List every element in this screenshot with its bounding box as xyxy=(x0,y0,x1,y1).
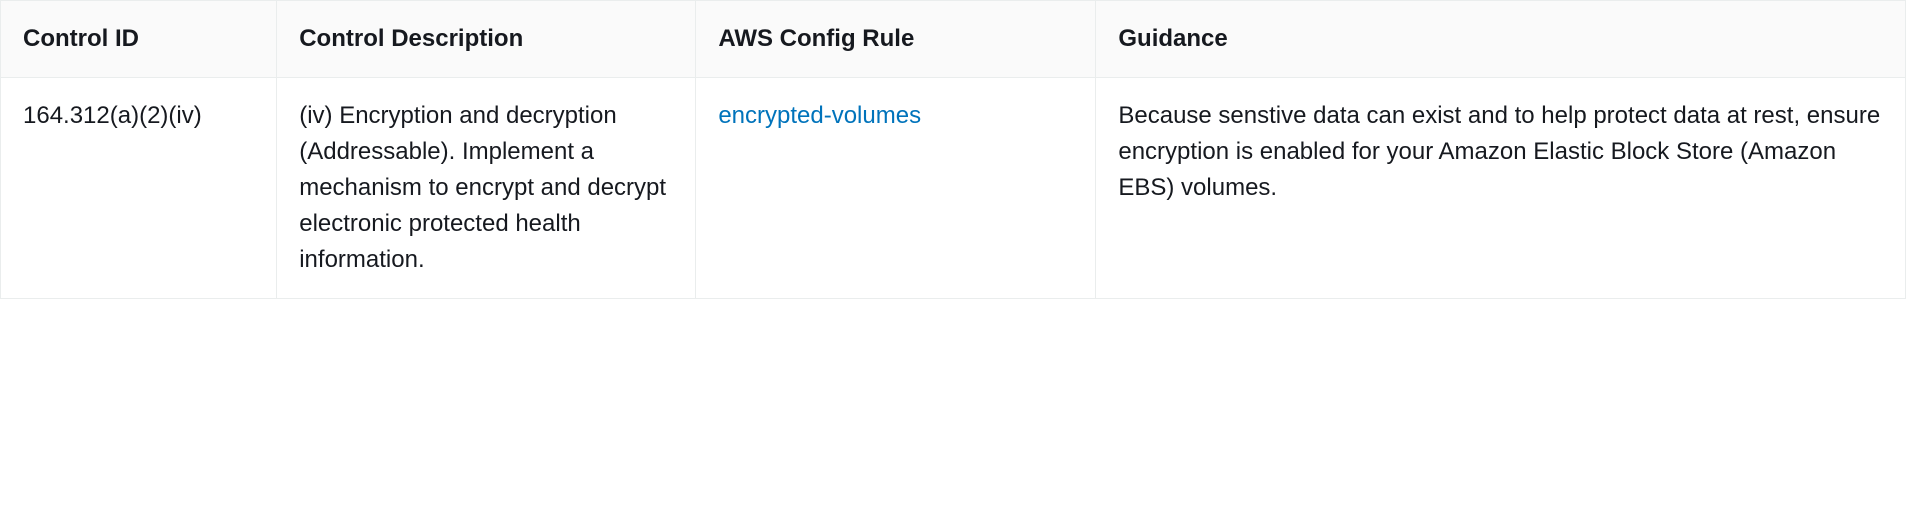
cell-control-id: 164.312(a)(2)(iv) xyxy=(1,78,277,299)
config-rule-link[interactable]: encrypted-volumes xyxy=(718,102,921,129)
header-control-id: Control ID xyxy=(1,1,277,78)
table-header-row: Control ID Control Description AWS Confi… xyxy=(1,1,1906,78)
header-control-description: Control Description xyxy=(277,1,696,78)
header-guidance: Guidance xyxy=(1096,1,1906,78)
table-header: Control ID Control Description AWS Confi… xyxy=(1,1,1906,78)
table-body: 164.312(a)(2)(iv) (iv) Encryption and de… xyxy=(1,78,1906,299)
cell-aws-config-rule: encrypted-volumes xyxy=(696,78,1096,299)
table-row: 164.312(a)(2)(iv) (iv) Encryption and de… xyxy=(1,78,1906,299)
cell-control-description: (iv) Encryption and decryption (Addressa… xyxy=(277,78,696,299)
cell-guidance: Because senstive data can exist and to h… xyxy=(1096,78,1906,299)
compliance-table: Control ID Control Description AWS Confi… xyxy=(0,0,1906,299)
header-aws-config-rule: AWS Config Rule xyxy=(696,1,1096,78)
